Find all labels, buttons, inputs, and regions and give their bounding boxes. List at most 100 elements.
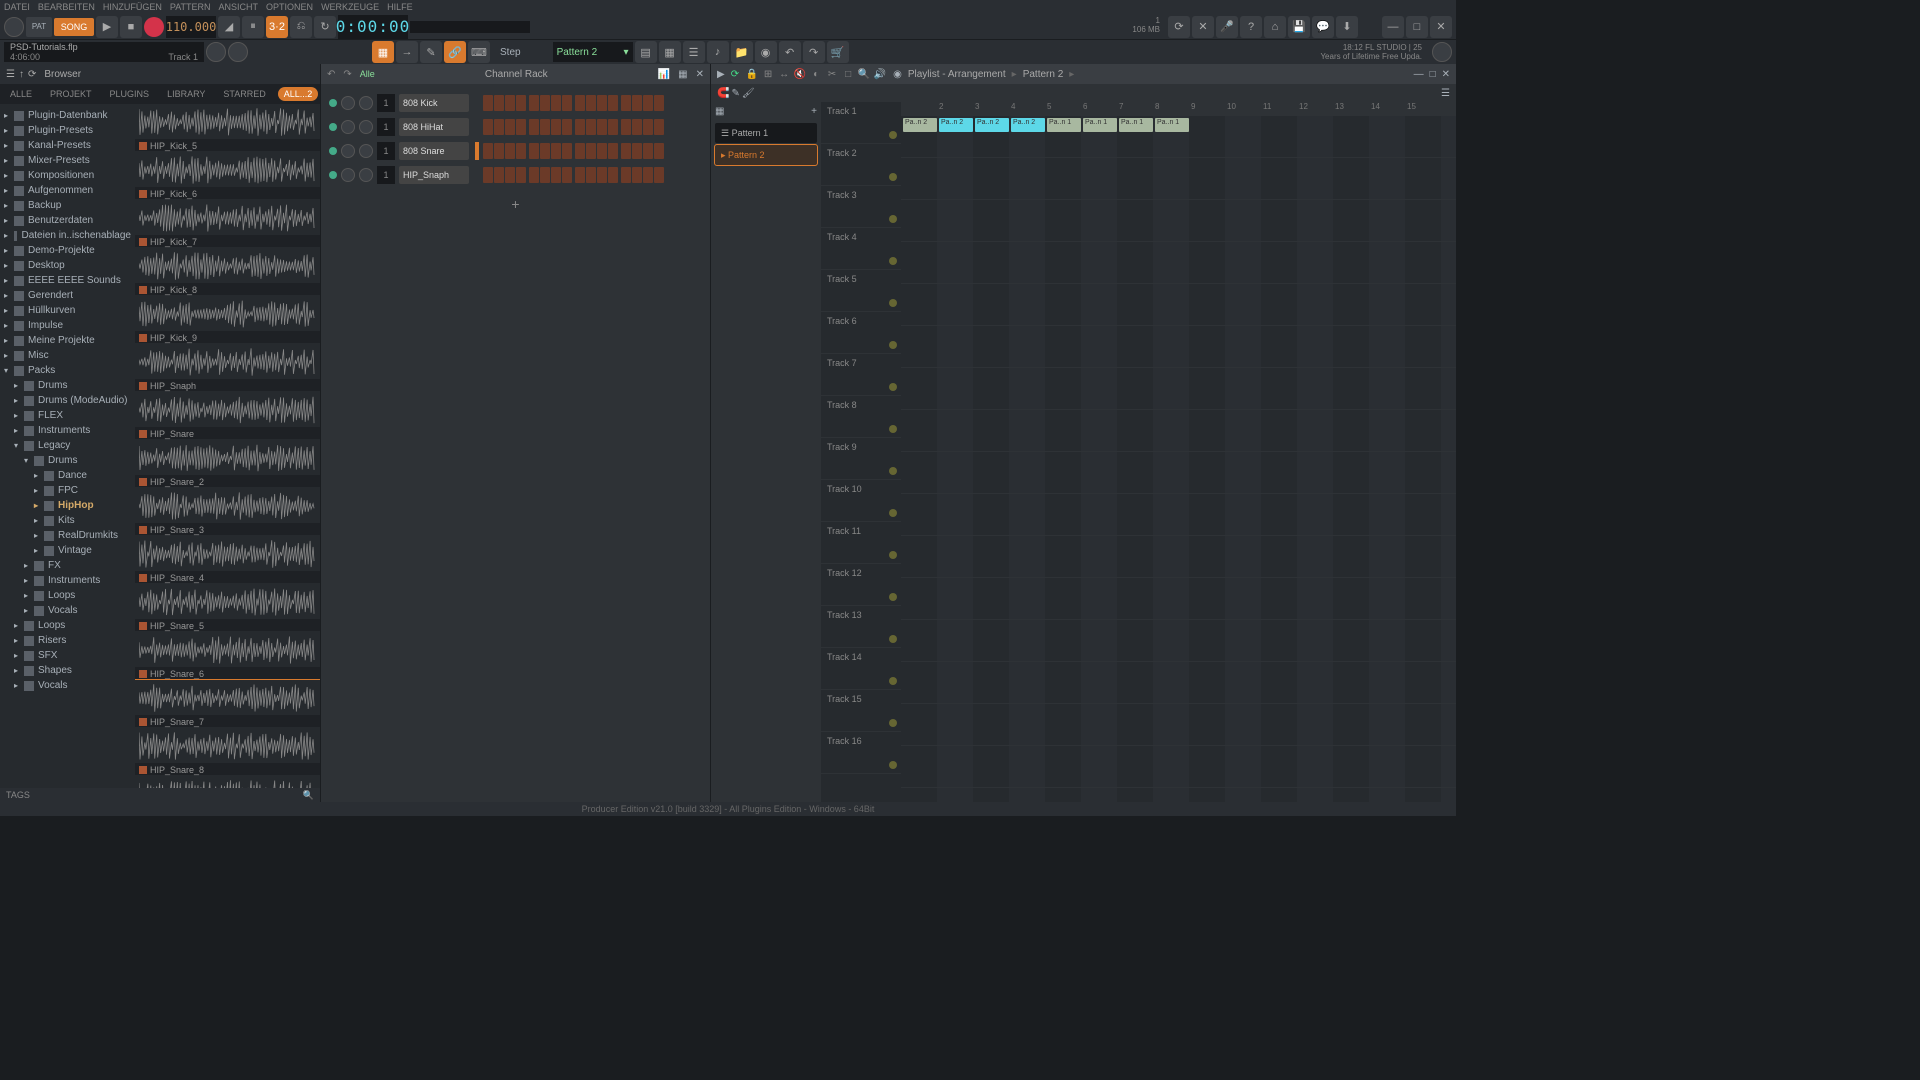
rack-filter[interactable]: Alle xyxy=(360,69,375,79)
track-mute[interactable] xyxy=(889,257,897,265)
pattern-clip[interactable]: Pa..n 1 xyxy=(1119,118,1153,132)
step-button[interactable] xyxy=(529,167,539,183)
track-header[interactable]: Track 14 xyxy=(821,648,901,690)
tree-item[interactable]: Aufgenommen xyxy=(0,183,135,198)
tree-item[interactable]: Risers xyxy=(0,633,135,648)
sample-item[interactable]: HIP_Snare_4 xyxy=(135,536,320,584)
view-channel-icon[interactable]: ☰ xyxy=(683,41,705,63)
step-button[interactable] xyxy=(505,167,515,183)
step-button[interactable] xyxy=(516,95,526,111)
track-header[interactable]: Track 7 xyxy=(821,354,901,396)
step-button[interactable] xyxy=(586,119,596,135)
step-button[interactable] xyxy=(643,167,653,183)
clip-row[interactable] xyxy=(901,494,1456,536)
step-button[interactable] xyxy=(597,167,607,183)
channel-name[interactable]: 808 HiHat xyxy=(399,118,469,136)
pl-draw-icon[interactable]: ✎ xyxy=(731,88,739,99)
tree-item[interactable]: Impulse xyxy=(0,318,135,333)
step-button[interactable] xyxy=(643,95,653,111)
track-mute[interactable] xyxy=(889,341,897,349)
clip-row[interactable] xyxy=(901,284,1456,326)
step-button[interactable] xyxy=(621,167,631,183)
tree-item[interactable]: Vocals xyxy=(0,603,135,618)
channel-vol-knob[interactable] xyxy=(359,168,373,182)
step-button[interactable] xyxy=(586,95,596,111)
channel-row[interactable]: 1 808 Snare xyxy=(329,140,702,162)
step-button[interactable] xyxy=(643,143,653,159)
step-button[interactable] xyxy=(586,167,596,183)
track-mute[interactable] xyxy=(889,173,897,181)
pl-mute-icon[interactable]: 🔇 xyxy=(793,67,807,81)
step-button[interactable] xyxy=(529,143,539,159)
tree-item[interactable]: Plugin-Presets xyxy=(0,123,135,138)
step-button[interactable] xyxy=(608,95,618,111)
pl-lock-icon[interactable]: 🔒 xyxy=(745,67,759,81)
pl-preview-icon[interactable]: 🔊 xyxy=(873,67,887,81)
track-header[interactable]: Track 1 xyxy=(821,102,901,144)
sample-item[interactable]: HIP_Kick_7 xyxy=(135,200,320,248)
channel-pan-knob[interactable] xyxy=(341,168,355,182)
track-header[interactable]: Track 3 xyxy=(821,186,901,228)
channel-mute[interactable] xyxy=(329,147,337,155)
step-button[interactable] xyxy=(529,95,539,111)
pl-play-icon[interactable]: ▶ xyxy=(717,69,725,80)
track-mute[interactable] xyxy=(889,635,897,643)
track-mute[interactable] xyxy=(889,467,897,475)
channel-mixer-track[interactable]: 1 xyxy=(377,142,395,160)
loop-rec-icon[interactable]: ↻ xyxy=(314,16,336,38)
arrangement-grid[interactable]: 23456789101112131415 Pa..n 2 Pa..n 2 Pa..n… xyxy=(901,102,1456,802)
track-header[interactable]: Track 2 xyxy=(821,144,901,186)
menu-pattern[interactable]: PATTERN xyxy=(170,2,211,12)
pl-select-icon[interactable]: □ xyxy=(841,67,855,81)
channel-mute[interactable] xyxy=(329,123,337,131)
pattern-clip[interactable]: Pa..n 1 xyxy=(1047,118,1081,132)
step-button[interactable] xyxy=(551,119,561,135)
pattern-clip[interactable]: Pa..n 2 xyxy=(903,118,937,132)
song-mode-button[interactable]: SONG xyxy=(54,18,94,36)
tree-item[interactable]: Gerendert xyxy=(0,288,135,303)
step-button[interactable] xyxy=(540,95,550,111)
step-button[interactable] xyxy=(529,119,539,135)
channel-mute[interactable] xyxy=(329,171,337,179)
tree-item[interactable]: Hüllkurven xyxy=(0,303,135,318)
pl-slip-icon[interactable]: ◐ xyxy=(809,67,823,81)
tree-item[interactable]: Loops xyxy=(0,618,135,633)
tree-item[interactable]: FX xyxy=(0,558,135,573)
timeline-ruler[interactable]: 23456789101112131415 xyxy=(901,102,1456,116)
step-button[interactable] xyxy=(505,143,515,159)
rack-undo-icon[interactable]: ↶ xyxy=(327,69,335,80)
menu-ansicht[interactable]: ANSICHT xyxy=(219,2,259,12)
channel-vol-knob[interactable] xyxy=(359,120,373,134)
view-browser-icon[interactable]: 📁 xyxy=(731,41,753,63)
view-mixer-icon[interactable]: ♪ xyxy=(707,41,729,63)
pl-stamp-icon[interactable]: ◉ xyxy=(893,69,902,80)
track-header[interactable]: Track 5 xyxy=(821,270,901,312)
tree-item[interactable]: Drums xyxy=(0,378,135,393)
sample-item[interactable]: HIP_Snare_3 xyxy=(135,488,320,536)
track-mute[interactable] xyxy=(889,761,897,769)
channel-mixer-track[interactable]: 1 xyxy=(377,94,395,112)
pl-paint-icon[interactable]: 🖌 xyxy=(742,88,755,99)
step-button[interactable] xyxy=(551,167,561,183)
menu-optionen[interactable]: OPTIONEN xyxy=(266,2,313,12)
step-button[interactable] xyxy=(621,95,631,111)
tree-item[interactable]: FLEX xyxy=(0,408,135,423)
track-mute[interactable] xyxy=(889,425,897,433)
step-button[interactable] xyxy=(575,119,585,135)
step-button[interactable] xyxy=(483,119,493,135)
pl-crumb-arrangement[interactable]: Playlist - Arrangement xyxy=(908,69,1006,80)
channel-pan-knob[interactable] xyxy=(341,120,355,134)
channel-name[interactable]: HIP_Snaph xyxy=(399,166,469,184)
pattern-clip[interactable]: Pa..n 2 xyxy=(975,118,1009,132)
step-button[interactable] xyxy=(608,143,618,159)
step-button[interactable] xyxy=(551,95,561,111)
menu-werkzeuge[interactable]: WERKZEUGE xyxy=(321,2,379,12)
step-button[interactable] xyxy=(632,119,642,135)
track-mute[interactable] xyxy=(889,719,897,727)
track-header[interactable]: Track 12 xyxy=(821,564,901,606)
tree-item[interactable]: FPC xyxy=(0,483,135,498)
step-button[interactable] xyxy=(562,95,572,111)
menu-hilfe[interactable]: HILFE xyxy=(387,2,413,12)
add-channel-button[interactable]: + xyxy=(506,194,526,214)
tools-icon[interactable]: ✕ xyxy=(1192,16,1214,38)
